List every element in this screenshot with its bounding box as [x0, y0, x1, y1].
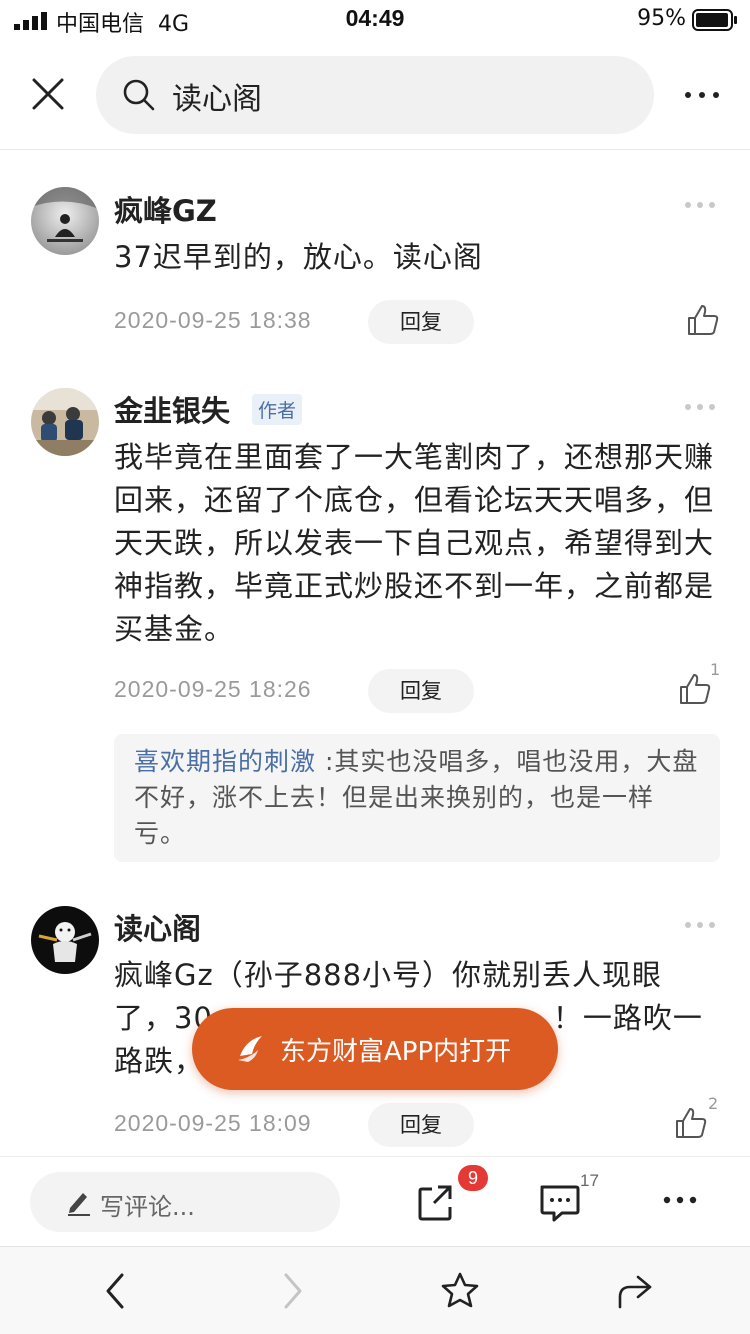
more-icon[interactable]: [662, 1195, 698, 1205]
comment-time: 2020-09-25 18:38: [114, 307, 312, 333]
top-bar: 读心阁: [0, 40, 750, 150]
reply-quote: 喜欢期指的刺激 :其实也没唱多，唱也没用，大盘不好，涨不上去！但是出来换别的，也…: [114, 734, 720, 862]
comment-item: 金韭银失 作者 我毕竟在里面套了一大笔割肉了，还想那天赚回来，还留了个底仓，但看…: [0, 360, 750, 870]
comment-author[interactable]: 读心阁: [114, 906, 201, 948]
comment-author[interactable]: 金韭银失: [114, 388, 230, 430]
battery-icon: [692, 9, 737, 31]
search-input[interactable]: 读心阁: [96, 56, 654, 134]
search-query: 读心阁: [172, 82, 262, 117]
comment-item: 疯峰GZ 37迟早到的，放心。读心阁 2020-09-25 18:38 回复: [0, 160, 750, 360]
comment-text: 我毕竟在里面套了一大笔割肉了，还想那天赚回来，还留了个底仓，但看论坛天天唱多，但…: [114, 440, 715, 646]
search-icon: [123, 79, 155, 111]
comment-count: 17: [580, 1171, 599, 1190]
bookmark-star-icon[interactable]: [440, 1271, 480, 1311]
comment-placeholder: 写评论...: [100, 1193, 195, 1221]
open-in-app-label: 东方财富APP内打开: [280, 1037, 512, 1067]
comment-text: 37迟早到的，放心。读心阁: [114, 240, 483, 274]
like-icon[interactable]: [678, 672, 712, 706]
like-icon[interactable]: [686, 303, 720, 337]
comment-more-icon[interactable]: [684, 920, 716, 930]
comment-more-icon[interactable]: [684, 200, 716, 210]
comment-time: 2020-09-25 18:09: [114, 1110, 312, 1136]
author-badge: 作者: [252, 394, 303, 425]
open-in-app-button[interactable]: 东方财富APP内打开: [192, 1008, 558, 1090]
comment-author[interactable]: 疯峰GZ: [114, 188, 217, 230]
like-count: 2: [708, 1094, 719, 1113]
back-icon[interactable]: [96, 1271, 136, 1311]
comment-input[interactable]: 写评论...: [30, 1172, 340, 1232]
like-count: 1: [710, 660, 721, 679]
reply-button[interactable]: 回复: [368, 300, 474, 344]
app-logo-icon: [238, 1036, 262, 1062]
forward-icon[interactable]: [272, 1271, 312, 1311]
share-icon[interactable]: [416, 1183, 456, 1223]
status-bar: 中国电信 4G 04:49 95%: [0, 0, 750, 40]
comment-time: 2020-09-25 18:26: [114, 676, 312, 702]
close-icon[interactable]: [26, 72, 70, 116]
comment-text-line: 疯峰Gz（孙子888小号）你就别丢人现眼: [114, 958, 663, 992]
reply-button[interactable]: 回复: [368, 1103, 474, 1147]
comment-action-bar: 写评论... 9 17: [0, 1156, 750, 1246]
comment-more-icon[interactable]: [684, 402, 716, 412]
comment-text-fragment: ！一路吹一: [552, 1001, 703, 1035]
comment-icon[interactable]: [538, 1183, 580, 1223]
like-icon[interactable]: [674, 1106, 708, 1140]
more-options-icon[interactable]: [682, 80, 722, 110]
battery-percent: 95%: [637, 6, 686, 31]
reply-button[interactable]: 回复: [368, 669, 474, 713]
share-badge: 9: [458, 1165, 488, 1191]
share-forward-icon[interactable]: [614, 1271, 654, 1311]
browser-toolbar: [0, 1246, 750, 1334]
avatar[interactable]: [31, 388, 99, 456]
avatar[interactable]: [31, 906, 99, 974]
pen-icon: [68, 1193, 90, 1216]
quote-author[interactable]: 喜欢期指的刺激: [134, 747, 316, 776]
avatar[interactable]: [31, 187, 99, 255]
